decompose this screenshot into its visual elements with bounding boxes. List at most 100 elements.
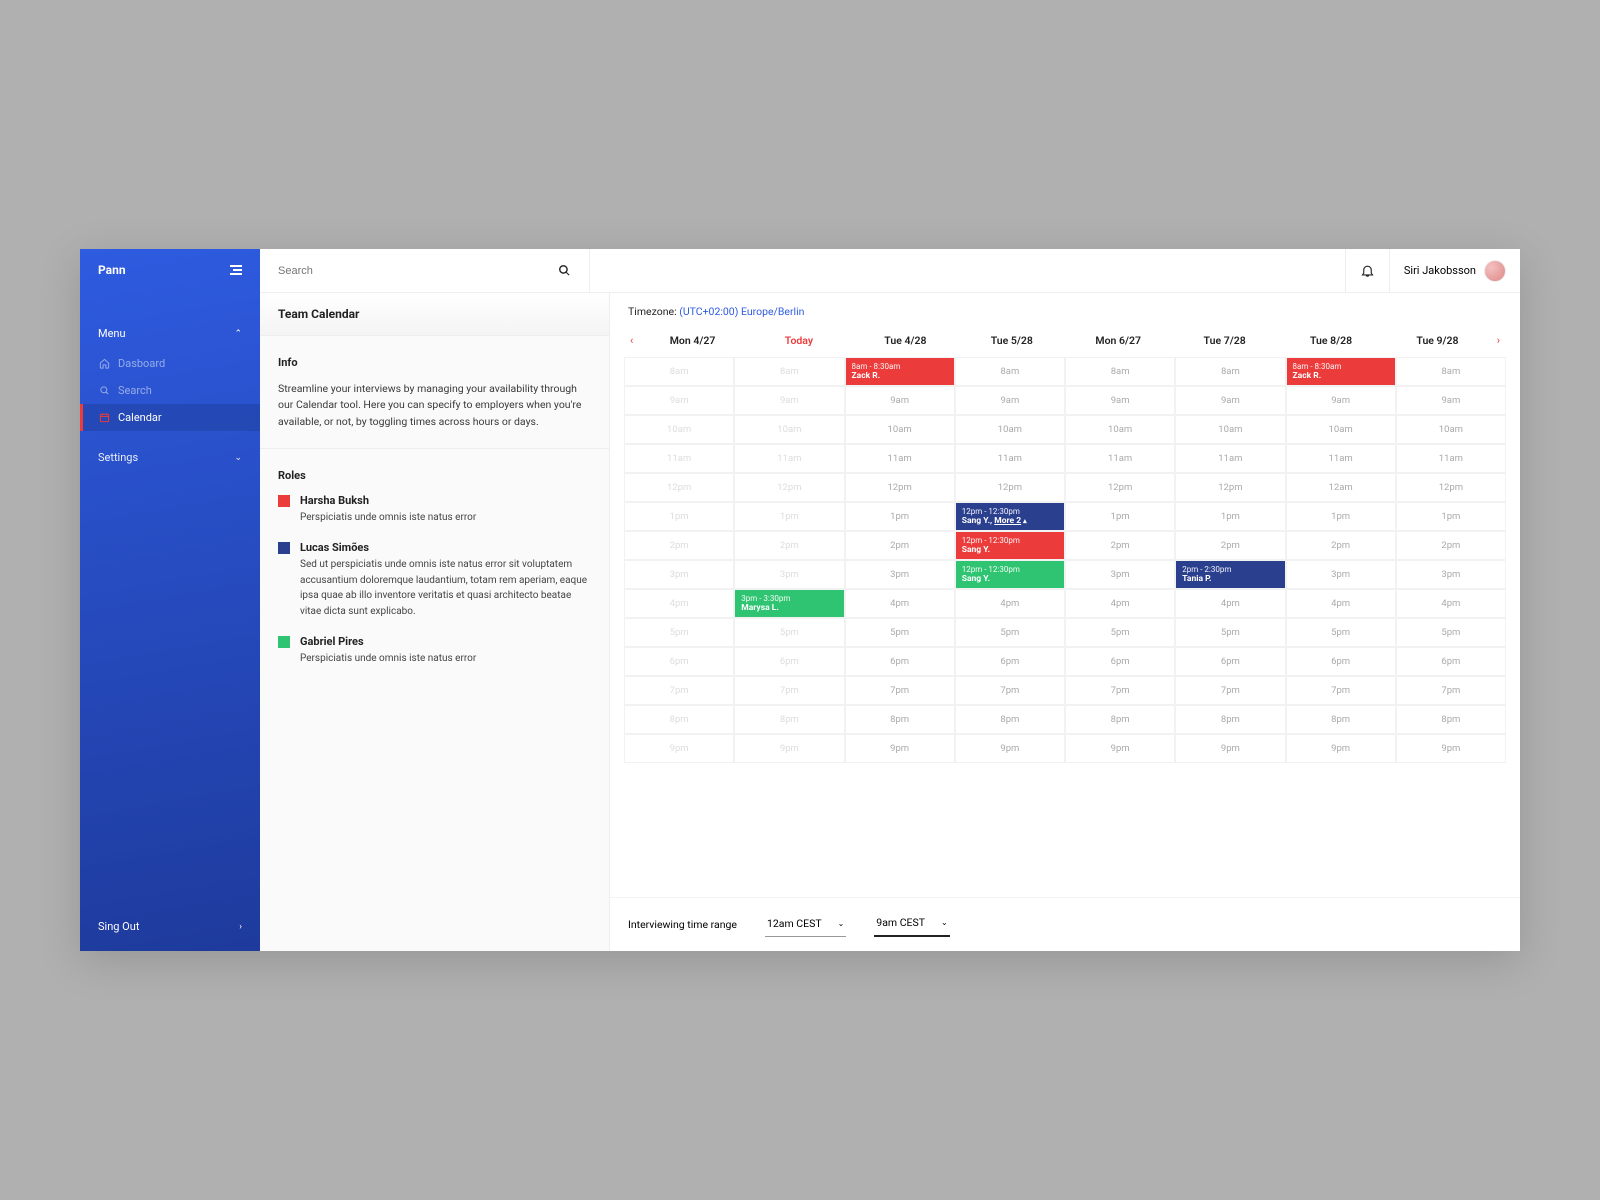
- calendar-cell[interactable]: 8am - 8:30amZack R.: [845, 357, 955, 386]
- calendar-cell[interactable]: 6pm: [1396, 647, 1506, 676]
- calendar-cell[interactable]: 9pm: [1286, 734, 1396, 763]
- calendar-cell[interactable]: 8pm: [1286, 705, 1396, 734]
- calendar-cell[interactable]: 12pm: [845, 473, 955, 502]
- calendar-cell[interactable]: 7pm: [955, 676, 1065, 705]
- calendar-cell[interactable]: 11am: [624, 444, 734, 473]
- day-header[interactable]: Tue 5/28: [959, 334, 1065, 347]
- calendar-cell[interactable]: 11am: [1175, 444, 1285, 473]
- calendar-cell[interactable]: 7pm: [734, 676, 844, 705]
- calendar-cell[interactable]: 2pm: [1175, 531, 1285, 560]
- menu-header[interactable]: Menu ⌃: [80, 291, 260, 350]
- calendar-cell[interactable]: 10am: [1175, 415, 1285, 444]
- calendar-cell[interactable]: 10am: [1396, 415, 1506, 444]
- calendar-cell[interactable]: 12am: [1286, 473, 1396, 502]
- calendar-cell[interactable]: 1pm: [845, 502, 955, 531]
- calendar-cell[interactable]: 2pm: [845, 531, 955, 560]
- calendar-cell[interactable]: 9am: [624, 386, 734, 415]
- calendar-cell[interactable]: 6pm: [734, 647, 844, 676]
- calendar-cell[interactable]: 9am: [845, 386, 955, 415]
- calendar-cell[interactable]: 5pm: [845, 618, 955, 647]
- calendar-cell[interactable]: 9pm: [955, 734, 1065, 763]
- calendar-cell[interactable]: 10am: [845, 415, 955, 444]
- calendar-cell[interactable]: 5pm: [624, 618, 734, 647]
- calendar-cell[interactable]: 9am: [1396, 386, 1506, 415]
- calendar-cell[interactable]: 8am: [734, 357, 844, 386]
- calendar-cell[interactable]: 10am: [1065, 415, 1175, 444]
- calendar-cell[interactable]: 2pm: [1396, 531, 1506, 560]
- calendar-event[interactable]: 3pm - 3:30pmMarysa L.: [735, 590, 843, 617]
- calendar-cell[interactable]: 9pm: [1175, 734, 1285, 763]
- calendar-cell[interactable]: 2pm: [1286, 531, 1396, 560]
- calendar-cell[interactable]: 10am: [955, 415, 1065, 444]
- calendar-cell[interactable]: 9am: [1065, 386, 1175, 415]
- sidebar-item-search[interactable]: Search: [80, 377, 260, 404]
- calendar-cell[interactable]: 11am: [955, 444, 1065, 473]
- calendar-cell[interactable]: 2pm - 2:30pmTania P.: [1175, 560, 1285, 589]
- calendar-cell[interactable]: 3pm: [1286, 560, 1396, 589]
- calendar-cell[interactable]: 12pm: [734, 473, 844, 502]
- calendar-cell[interactable]: 2pm: [624, 531, 734, 560]
- calendar-event[interactable]: 12pm - 12:30pmSang Y., More 2▴: [956, 503, 1064, 530]
- calendar-cell[interactable]: 4pm: [624, 589, 734, 618]
- calendar-cell[interactable]: 6pm: [624, 647, 734, 676]
- menu-toggle-icon[interactable]: [230, 265, 242, 275]
- calendar-cell[interactable]: 8am: [624, 357, 734, 386]
- calendar-cell[interactable]: 11am: [1396, 444, 1506, 473]
- calendar-cell[interactable]: 4pm: [845, 589, 955, 618]
- sidebar-item-settings[interactable]: Settings ⌄: [80, 431, 260, 470]
- calendar-cell[interactable]: 12pm - 12:30pmSang Y., More 2▴: [955, 502, 1065, 531]
- calendar-cell[interactable]: 1pm: [1065, 502, 1175, 531]
- calendar-cell[interactable]: 3pm: [845, 560, 955, 589]
- search-input[interactable]: [278, 265, 558, 277]
- calendar-cell[interactable]: 4pm: [955, 589, 1065, 618]
- calendar-cell[interactable]: 7pm: [1396, 676, 1506, 705]
- calendar-cell[interactable]: 8am: [1396, 357, 1506, 386]
- signout-button[interactable]: Sing Out ›: [80, 902, 260, 951]
- calendar-cell[interactable]: 6pm: [1286, 647, 1396, 676]
- calendar-cell[interactable]: 5pm: [1396, 618, 1506, 647]
- calendar-cell[interactable]: 11am: [734, 444, 844, 473]
- calendar-cell[interactable]: 9pm: [624, 734, 734, 763]
- calendar-cell[interactable]: 2pm: [1065, 531, 1175, 560]
- calendar-cell[interactable]: 12pm: [624, 473, 734, 502]
- calendar-cell[interactable]: 3pm: [1065, 560, 1175, 589]
- calendar-cell[interactable]: 8pm: [1175, 705, 1285, 734]
- day-header[interactable]: Today: [746, 334, 852, 347]
- calendar-cell[interactable]: 10am: [624, 415, 734, 444]
- calendar-cell[interactable]: 7pm: [1065, 676, 1175, 705]
- sidebar-item-calendar[interactable]: Calendar: [80, 404, 260, 431]
- calendar-cell[interactable]: 5pm: [1065, 618, 1175, 647]
- calendar-cell[interactable]: 8pm: [734, 705, 844, 734]
- day-header[interactable]: Tue 4/28: [852, 334, 958, 347]
- time-range-to-select[interactable]: 9am CEST ⌄: [874, 912, 949, 937]
- calendar-cell[interactable]: 8pm: [1065, 705, 1175, 734]
- calendar-cell[interactable]: 12pm: [1396, 473, 1506, 502]
- calendar-cell[interactable]: 2pm: [734, 531, 844, 560]
- calendar-cell[interactable]: 9am: [1175, 386, 1285, 415]
- calendar-cell[interactable]: 8pm: [624, 705, 734, 734]
- calendar-event[interactable]: 8am - 8:30amZack R.: [846, 358, 954, 385]
- calendar-cell[interactable]: 11am: [1065, 444, 1175, 473]
- calendar-cell[interactable]: 12pm - 12:30pmSang Y.: [955, 560, 1065, 589]
- calendar-cell[interactable]: 8am - 8:30amZack R.: [1286, 357, 1396, 386]
- day-header[interactable]: Mon 4/27: [639, 334, 745, 347]
- calendar-cell[interactable]: 4pm: [1396, 589, 1506, 618]
- calendar-cell[interactable]: 7pm: [1286, 676, 1396, 705]
- calendar-cell[interactable]: 9pm: [1396, 734, 1506, 763]
- calendar-cell[interactable]: 8pm: [845, 705, 955, 734]
- calendar-cell[interactable]: 9pm: [734, 734, 844, 763]
- calendar-cell[interactable]: 10am: [734, 415, 844, 444]
- calendar-cell[interactable]: 9am: [734, 386, 844, 415]
- notifications-button[interactable]: [1345, 249, 1389, 292]
- calendar-cell[interactable]: 12pm: [1175, 473, 1285, 502]
- calendar-cell[interactable]: 3pm: [624, 560, 734, 589]
- calendar-cell[interactable]: 5pm: [734, 618, 844, 647]
- calendar-cell[interactable]: 3pm - 3:30pmMarysa L.: [734, 589, 844, 618]
- calendar-cell[interactable]: 9am: [1286, 386, 1396, 415]
- calendar-cell[interactable]: 6pm: [1065, 647, 1175, 676]
- calendar-cell[interactable]: 5pm: [1175, 618, 1285, 647]
- calendar-cell[interactable]: 12pm - 12:30pmSang Y.: [955, 531, 1065, 560]
- calendar-cell[interactable]: 1pm: [1396, 502, 1506, 531]
- calendar-event[interactable]: 2pm - 2:30pmTania P.: [1176, 561, 1284, 588]
- calendar-cell[interactable]: 8am: [955, 357, 1065, 386]
